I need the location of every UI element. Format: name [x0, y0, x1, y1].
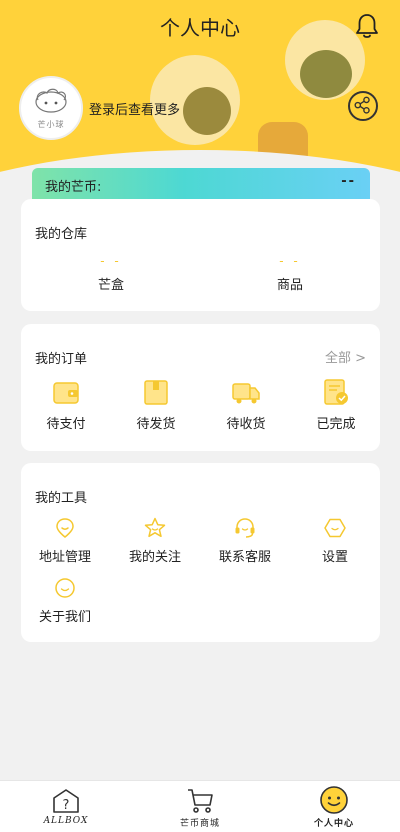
decor-blob — [300, 50, 352, 98]
smile-icon — [55, 578, 75, 598]
tab-label: ALLBOX — [43, 816, 89, 826]
order-pending-receipt[interactable]: 待收货 — [206, 377, 286, 432]
decor-blob — [183, 87, 231, 135]
tools-title: 我的工具 — [35, 491, 88, 506]
tool-settings[interactable]: 设置 — [295, 516, 375, 565]
settings-icon — [324, 518, 346, 538]
box-icon: ? — [53, 789, 79, 813]
stat-label: 商品 — [276, 278, 303, 293]
tool-address[interactable]: 地址管理 — [25, 516, 105, 565]
warehouse-title: 我的仓库 — [35, 227, 88, 242]
tool-label: 关于我们 — [38, 610, 91, 625]
star-icon — [144, 517, 166, 538]
avatar[interactable]: 芒小球 — [19, 76, 83, 140]
order-label: 待发货 — [136, 417, 176, 432]
location-icon — [56, 518, 74, 538]
package-icon — [144, 380, 168, 405]
bottom-tab-bar: ? ALLBOX 芒币商城 个人中心 — [0, 780, 400, 832]
orders-title: 我的订单 — [35, 352, 88, 367]
completed-icon — [324, 379, 348, 405]
warehouse-stat-goods[interactable]: - - 商品 — [250, 254, 330, 293]
login-prompt[interactable]: 登录后查看更多 — [89, 99, 180, 118]
tab-allbox[interactable]: ? ALLBOX — [26, 787, 106, 826]
order-label: 待收货 — [226, 417, 266, 432]
stat-value: - - — [279, 254, 301, 268]
tab-label: 芒币商城 — [179, 819, 220, 829]
order-label: 已完成 — [316, 417, 356, 432]
warehouse-card: 我的仓库 - - 芒盒 - - 商品 — [21, 199, 380, 311]
smiley-face-icon — [320, 786, 348, 814]
tab-coin-mall[interactable]: 芒币商城 — [160, 787, 240, 829]
avatar-label: 芒小球 — [37, 120, 65, 129]
tool-label: 我的关注 — [128, 550, 181, 565]
tool-about-us[interactable]: 关于我们 — [25, 576, 105, 625]
truck-icon — [232, 383, 260, 404]
share-icon[interactable] — [348, 91, 378, 121]
svg-text:?: ? — [63, 798, 70, 813]
order-pending-payment[interactable]: 待支付 — [26, 377, 106, 432]
wallet-icon — [53, 382, 79, 404]
order-completed[interactable]: 已完成 — [296, 377, 376, 432]
tools-card: 我的工具 地址管理 我的关注 联系客服 设置 关于我们 — [21, 463, 380, 642]
order-pending-shipment[interactable]: 待发货 — [116, 377, 196, 432]
cart-icon — [188, 789, 213, 813]
warehouse-stat-box[interactable]: - - 芒盒 — [71, 254, 151, 293]
tool-label: 设置 — [321, 550, 348, 565]
orders-all-link[interactable]: 全部 > — [325, 347, 366, 366]
tab-profile[interactable]: 个人中心 — [294, 785, 374, 829]
tab-label: 个人中心 — [313, 819, 354, 829]
tool-label: 地址管理 — [38, 550, 91, 565]
stat-value: - - — [100, 254, 122, 268]
orders-card: 我的订单 全部 > 待支付 待发货 待收货 已完成 — [21, 324, 380, 451]
order-label: 待支付 — [46, 417, 86, 432]
coin-label: 我的芒币: — [45, 180, 102, 195]
tool-customer-service[interactable]: 联系客服 — [205, 516, 285, 565]
page-title: 个人中心 — [160, 16, 240, 40]
coin-balance-bar[interactable]: 我的芒币: -- — [32, 168, 370, 202]
headset-icon — [235, 518, 255, 538]
tool-label: 联系客服 — [218, 550, 271, 565]
coin-value: -- — [341, 174, 356, 189]
stat-label: 芒盒 — [97, 278, 124, 293]
bell-icon[interactable] — [354, 12, 380, 40]
tool-following[interactable]: 我的关注 — [115, 516, 195, 565]
